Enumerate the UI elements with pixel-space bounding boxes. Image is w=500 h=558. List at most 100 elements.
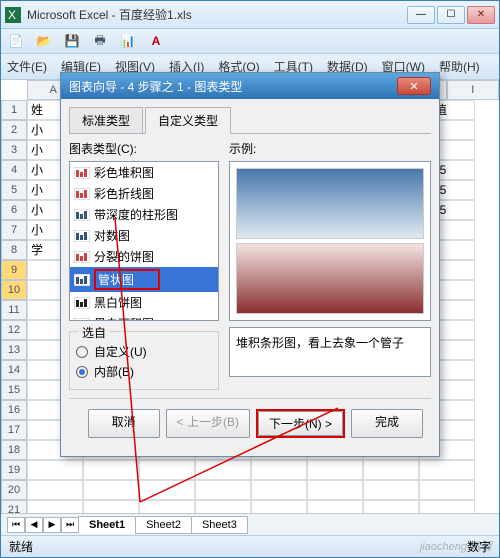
finish-button[interactable]: 完成: [351, 409, 423, 438]
cell[interactable]: [83, 460, 139, 480]
tab-sheet1[interactable]: Sheet1: [78, 516, 136, 534]
row-header[interactable]: 18: [1, 440, 27, 460]
list-item-label: 带深度的柱形图: [94, 206, 178, 223]
list-item[interactable]: 带深度的柱形图: [70, 204, 218, 225]
cell[interactable]: [363, 480, 419, 500]
list-item[interactable]: 对数图: [70, 225, 218, 246]
chart-type-label: 图表类型(C):: [69, 140, 219, 157]
svg-text:X: X: [8, 8, 16, 22]
menu-help[interactable]: 帮助(H): [439, 58, 480, 75]
back-button[interactable]: < 上一步(B): [166, 409, 250, 438]
cell[interactable]: [251, 480, 307, 500]
list-item[interactable]: 管状图: [70, 267, 218, 292]
font-color-icon[interactable]: A: [147, 32, 165, 50]
row-header[interactable]: 11: [1, 300, 27, 320]
chart-type-list[interactable]: 彩色堆积图彩色折线图带深度的柱形图对数图分裂的饼图管状图黑白饼图黑白面积图黑白折…: [69, 161, 219, 321]
chart-type-icon: [74, 208, 90, 222]
row-header[interactable]: 19: [1, 460, 27, 480]
chart-type-icon: [74, 317, 90, 322]
cell[interactable]: [419, 460, 475, 480]
col-header[interactable]: I: [447, 80, 499, 100]
cell[interactable]: [139, 460, 195, 480]
cell[interactable]: [27, 460, 83, 480]
list-item-label: 管状图: [94, 269, 160, 290]
row-header[interactable]: 16: [1, 400, 27, 420]
tab-nav-last-icon[interactable]: ⏭: [61, 517, 79, 533]
new-icon[interactable]: 📄: [7, 32, 25, 50]
dialog-buttons: 取消 < 上一步(B) 下一步(N) > 完成: [69, 398, 431, 448]
chart-type-icon: [74, 250, 90, 264]
print-icon[interactable]: 🖶: [91, 32, 109, 50]
cell[interactable]: [419, 480, 475, 500]
row-header[interactable]: 2: [1, 120, 27, 140]
row-header[interactable]: 7: [1, 220, 27, 240]
tab-sheet3[interactable]: Sheet3: [191, 516, 248, 534]
chart-description: 堆积条形图，看上去象一个管子: [229, 327, 431, 377]
next-button[interactable]: 下一步(N) >: [258, 411, 343, 436]
close-button[interactable]: ✕: [467, 6, 495, 24]
highlight-selected: 管状图: [94, 269, 160, 290]
list-item-label: 黑白饼图: [94, 294, 142, 311]
list-item[interactable]: 黑白饼图: [70, 292, 218, 313]
highlight-next: 下一步(N) >: [256, 409, 345, 438]
row-header[interactable]: 15: [1, 380, 27, 400]
chart-type-icon: [74, 273, 90, 287]
cell[interactable]: [251, 460, 307, 480]
row-header[interactable]: 5: [1, 180, 27, 200]
titlebar: X Microsoft Excel - 百度经验1.xls — ☐ ✕: [1, 1, 499, 29]
cell[interactable]: [307, 480, 363, 500]
row-header[interactable]: 17: [1, 420, 27, 440]
cell[interactable]: [139, 480, 195, 500]
list-item[interactable]: 彩色折线图: [70, 183, 218, 204]
cell[interactable]: [27, 480, 83, 500]
row-header[interactable]: 6: [1, 200, 27, 220]
row-header[interactable]: 14: [1, 360, 27, 380]
row-header[interactable]: 1: [1, 100, 27, 120]
row-header[interactable]: 3: [1, 140, 27, 160]
table-row: [27, 480, 499, 500]
dialog-title: 图表向导 - 4 步骤之 1 - 图表类型: [69, 78, 242, 95]
tab-sheet2[interactable]: Sheet2: [135, 516, 192, 534]
list-item[interactable]: 彩色堆积图: [70, 162, 218, 183]
cell[interactable]: [307, 460, 363, 480]
row-header[interactable]: 10: [1, 280, 27, 300]
cell[interactable]: [195, 480, 251, 500]
tab-nav-next-icon[interactable]: ▶: [43, 517, 61, 533]
preview-bar-2: [236, 243, 424, 314]
dialog-close-button[interactable]: ✕: [397, 77, 431, 95]
preview-bar-1: [236, 168, 424, 239]
list-item[interactable]: 黑白面积图: [70, 313, 218, 321]
cancel-button[interactable]: 取消: [88, 409, 160, 438]
open-icon[interactable]: 📂: [35, 32, 53, 50]
chart-type-icon: [74, 166, 90, 180]
tab-custom-types[interactable]: 自定义类型: [145, 107, 231, 134]
row-header[interactable]: 8: [1, 240, 27, 260]
cell[interactable]: [195, 460, 251, 480]
row-header[interactable]: 12: [1, 320, 27, 340]
cell[interactable]: [83, 480, 139, 500]
tab-standard-types[interactable]: 标准类型: [69, 107, 143, 134]
row-header[interactable]: 13: [1, 340, 27, 360]
tab-nav-prev-icon[interactable]: ◀: [25, 517, 43, 533]
row-header[interactable]: 9: [1, 260, 27, 280]
row-header[interactable]: 20: [1, 480, 27, 500]
watermark: jiaocheng 教程: [420, 538, 492, 554]
select-from-legend: 选自: [78, 324, 110, 341]
chart-wizard-dialog: 图表向导 - 4 步骤之 1 - 图表类型 ✕ 标准类型 自定义类型 图表类型(…: [60, 72, 440, 457]
maximize-button[interactable]: ☐: [437, 6, 465, 24]
tab-nav-first-icon[interactable]: ⏮: [7, 517, 25, 533]
toolbar: 📄 📂 💾 🖶 📊 A: [1, 29, 499, 54]
radio-builtin[interactable]: 内部(B): [76, 363, 212, 380]
menu-file[interactable]: 文件(E): [7, 58, 47, 75]
minimize-button[interactable]: —: [407, 6, 435, 24]
chart-type-icon: [74, 229, 90, 243]
dialog-titlebar[interactable]: 图表向导 - 4 步骤之 1 - 图表类型 ✕: [61, 73, 439, 99]
row-header[interactable]: 4: [1, 160, 27, 180]
cell[interactable]: [363, 460, 419, 480]
app-title: Microsoft Excel - 百度经验1.xls: [27, 6, 407, 23]
list-item[interactable]: 分裂的饼图: [70, 246, 218, 267]
chart-icon[interactable]: 📊: [119, 32, 137, 50]
save-icon[interactable]: 💾: [63, 32, 81, 50]
radio-custom[interactable]: 自定义(U): [76, 343, 212, 360]
list-item-label: 对数图: [94, 227, 130, 244]
